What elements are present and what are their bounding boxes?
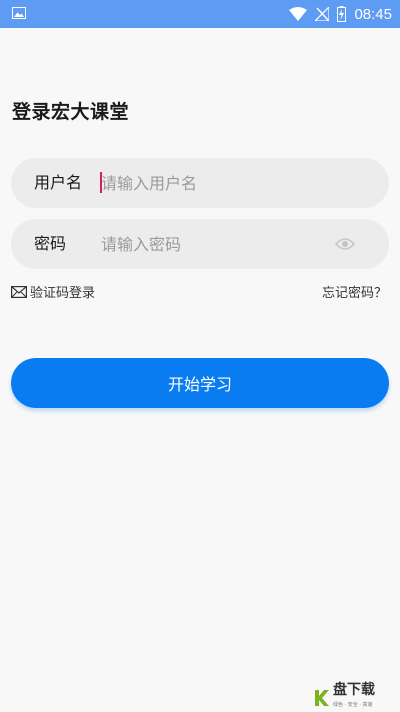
password-field[interactable]: 密码	[11, 219, 389, 269]
password-label: 密码	[34, 234, 67, 253]
envelope-icon	[11, 285, 27, 298]
status-bar: 08:45	[0, 0, 400, 28]
status-time: 08:45	[354, 5, 392, 23]
username-field[interactable]: 用户名	[11, 158, 389, 208]
username-input[interactable]	[101, 168, 331, 198]
username-label: 用户名	[34, 173, 83, 192]
sms-login-link[interactable]: 验证码登录	[11, 282, 95, 301]
no-signal-icon	[315, 7, 330, 21]
watermark-logo: 盘下载 绿色 · 安全 · 高速	[313, 683, 375, 712]
watermark-tagline: 绿色 · 安全 · 高速	[333, 702, 373, 708]
start-learning-button[interactable]: 开始学习	[11, 358, 389, 408]
battery-charging-icon	[337, 6, 347, 22]
sms-login-label: 验证码登录	[30, 286, 96, 301]
password-input[interactable]	[101, 229, 331, 259]
kuaipan-logo-icon	[315, 689, 329, 706]
watermark-brand: 盘下载	[333, 682, 375, 698]
eye-icon[interactable]	[335, 237, 355, 251]
image-notification-icon	[12, 7, 26, 19]
page-title: 登录宏大课堂	[12, 101, 130, 123]
wifi-icon	[289, 7, 308, 21]
forgot-password-link[interactable]: 忘记密码？	[322, 282, 387, 301]
